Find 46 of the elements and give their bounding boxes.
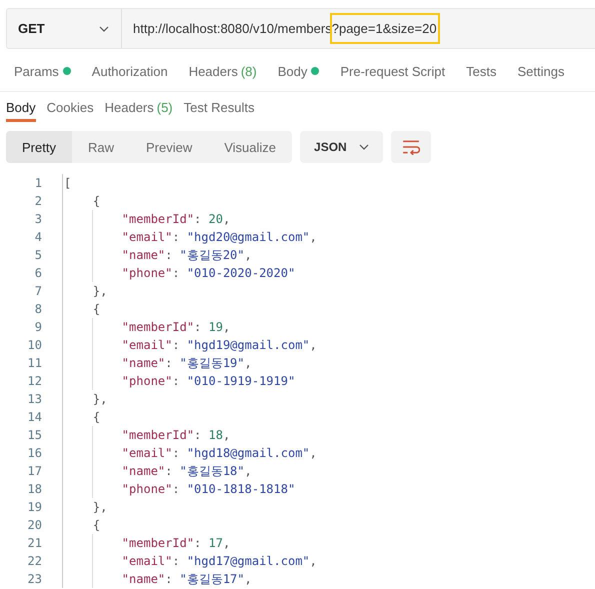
line-number: 4 — [34, 230, 42, 244]
view-mode-tab[interactable]: Preview — [130, 131, 208, 163]
request-tab[interactable]: Authorization — [78, 64, 168, 78]
line-number: 22 — [26, 554, 42, 568]
request-tab[interactable]: Params — [0, 64, 71, 78]
request-tab[interactable]: Pre-request Script — [326, 64, 446, 78]
line-number: 12 — [26, 374, 42, 388]
line-number: 2 — [34, 194, 42, 208]
line-number: 9 — [34, 320, 42, 334]
view-mode-tab[interactable]: Visualize — [208, 131, 292, 163]
request-tab[interactable]: Body — [264, 64, 320, 78]
line-number: 14 — [26, 410, 42, 424]
request-tab[interactable]: Tests — [452, 64, 496, 78]
response-tab[interactable]: Headers (5) — [104, 92, 173, 122]
response-tab[interactable]: Cookies — [46, 92, 94, 122]
code-line: [ — [62, 174, 72, 192]
response-tab[interactable]: Test Results — [184, 92, 254, 122]
view-mode-tab[interactable]: Raw — [72, 131, 130, 163]
wrap-lines-icon — [402, 139, 420, 155]
line-number: 16 — [26, 446, 42, 460]
line-number: 5 — [34, 248, 42, 262]
line-number: 18 — [26, 482, 42, 496]
line-number: 7 — [34, 284, 42, 298]
line-number: 8 — [34, 302, 42, 316]
view-mode-tab[interactable]: Pretty — [6, 131, 72, 163]
line-number: 6 — [34, 266, 42, 280]
line-number: 19 — [26, 500, 42, 514]
format-dropdown[interactable]: JSON — [300, 131, 383, 163]
code-line: }, — [62, 282, 108, 300]
code-line: }, — [62, 498, 108, 516]
code-line: }, — [62, 390, 108, 408]
line-number: 20 — [26, 518, 42, 532]
response-tab[interactable]: Body — [6, 92, 36, 122]
line-number: 10 — [26, 338, 42, 352]
chevron-down-icon — [358, 144, 369, 150]
request-tab[interactable]: Headers (8) — [174, 64, 257, 78]
line-number: 15 — [26, 428, 42, 442]
line-number: 11 — [26, 356, 42, 370]
line-number: 1 — [34, 176, 42, 190]
request-tab[interactable]: Settings — [503, 64, 564, 78]
line-number: 13 — [26, 392, 42, 406]
wrap-lines-button[interactable] — [390, 131, 431, 163]
line-number: 3 — [34, 212, 42, 226]
line-number: 21 — [26, 536, 42, 550]
line-number: 23 — [26, 572, 42, 586]
line-number: 17 — [26, 464, 42, 478]
